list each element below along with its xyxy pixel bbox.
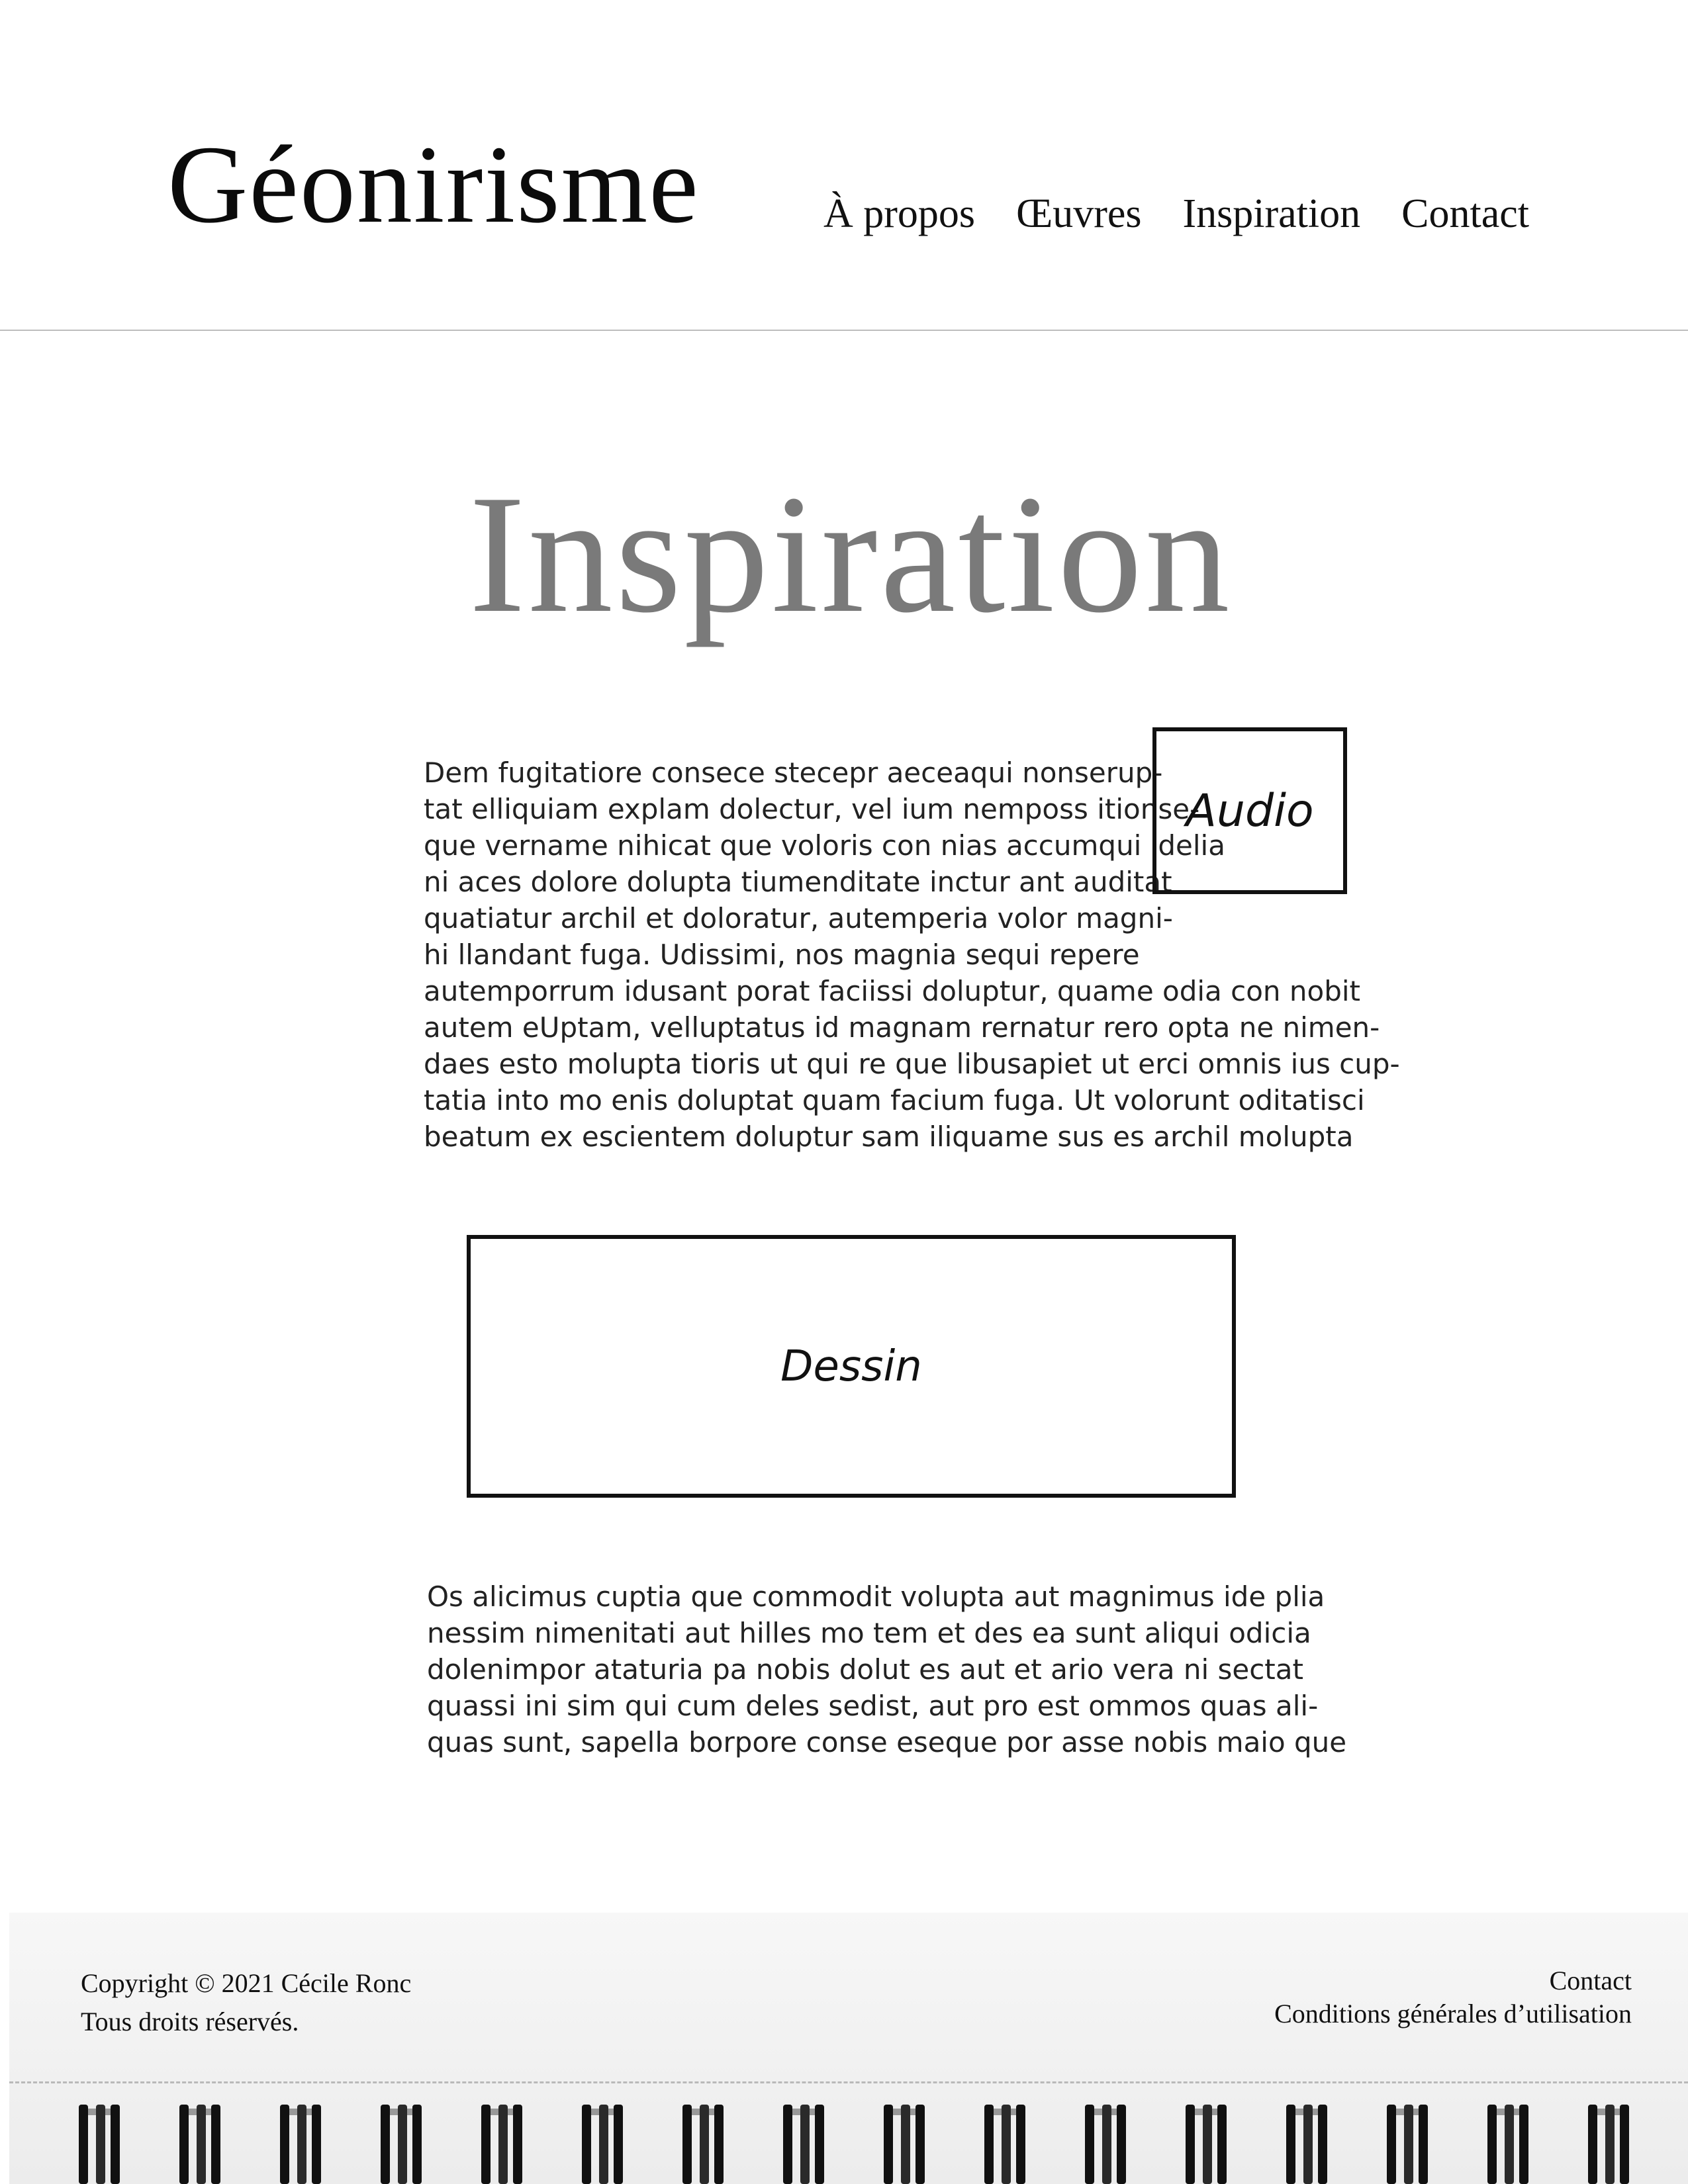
second-paragraph: Os alicimus cuptia que commodit volupta …: [427, 1578, 1347, 1760]
intro-paragraph: Dem fugitatiore consece stecepr aeceaqui…: [424, 754, 1400, 1155]
perforation-line: [9, 2081, 1688, 2083]
spiral-ring: [481, 2105, 524, 2184]
nav-item-oeuvres[interactable]: Œuvres: [1016, 193, 1141, 234]
nav-item-contact[interactable]: Contact: [1401, 193, 1529, 234]
paragraph-line: quas sunt, sapella borpore conse eseque …: [427, 1726, 1347, 1758]
paragraph-line: daes esto molupta tioris ut qui re que l…: [424, 1048, 1400, 1080]
spiral-ring: [582, 2105, 624, 2184]
paragraph-line: Dem fugitatiore consece stecepr aeceaqui…: [424, 756, 1163, 789]
page-title: Inspiration: [469, 461, 1233, 648]
paragraph-line: nessim nimenitati aut hilles mo tem et d…: [427, 1617, 1311, 1649]
dessin-label: Dessin: [780, 1342, 922, 1391]
audio-placeholder[interactable]: Audio: [1152, 727, 1347, 894]
spiral-ring: [783, 2105, 825, 2184]
spiral-ring: [1487, 2105, 1530, 2184]
paragraph-line: dolenimpor ataturia pa nobis dolut es au…: [427, 1653, 1303, 1686]
site-header: Géonirisme À propos Œuvres Inspiration C…: [0, 0, 1688, 331]
spiral-ring: [1286, 2105, 1329, 2184]
spiral-ring: [381, 2105, 423, 2184]
footer-contact-link[interactable]: Contact: [1274, 1964, 1632, 1997]
paragraph-line: autem eUptam, velluptatus id magnam rern…: [424, 1011, 1380, 1044]
footer-links: Contact Conditions générales d’utilisati…: [1274, 1964, 1632, 2030]
spiral-ring: [79, 2105, 121, 2184]
spiral-ring: [280, 2105, 322, 2184]
audio-label: Audio: [1186, 784, 1314, 837]
paragraph-line: tatia into mo enis doluptat quam facium …: [424, 1084, 1365, 1116]
paragraph-line: quassi ini sim qui cum deles sedist, aut…: [427, 1690, 1319, 1722]
paragraph-line: hi llandant fuga. Udissimi, nos magnia s…: [424, 938, 1140, 971]
spiral-ring: [884, 2105, 926, 2184]
footer-legal: Copyright © 2021 Cécile Ronc Tous droits…: [81, 1964, 411, 2041]
nav-item-inspiration[interactable]: Inspiration: [1182, 193, 1360, 234]
spiral-ring: [1186, 2105, 1228, 2184]
notebook-spiral-binding: [9, 2105, 1688, 2184]
main-nav: À propos Œuvres Inspiration Contact: [823, 193, 1529, 234]
spiral-ring: [179, 2105, 222, 2184]
spiral-ring: [1387, 2105, 1429, 2184]
spiral-ring: [682, 2105, 725, 2184]
copyright-text: Copyright © 2021 Cécile Ronc: [81, 1968, 412, 1998]
spiral-ring: [984, 2105, 1027, 2184]
footer-terms-link[interactable]: Conditions générales d’utilisation: [1274, 1997, 1632, 2030]
nav-item-a-propos[interactable]: À propos: [823, 193, 975, 234]
rights-text: Tous droits réservés.: [81, 2007, 299, 2036]
paragraph-line: tat elliquiam explam dolectur, vel ium n…: [424, 793, 1200, 825]
spiral-ring: [1085, 2105, 1127, 2184]
paragraph-line: beatum ex escientem doluptur sam iliquam…: [424, 1120, 1354, 1153]
site-footer: Copyright © 2021 Cécile Ronc Tous droits…: [9, 1913, 1688, 2184]
paragraph-line: quatiatur archil et doloratur, autemperi…: [424, 902, 1173, 934]
paragraph-line: ni aces dolore dolupta tiumenditate inct…: [424, 866, 1172, 898]
site-logo[interactable]: Géonirisme: [167, 129, 700, 240]
dessin-placeholder[interactable]: Dessin: [467, 1235, 1236, 1498]
paragraph-line: que vername nihicat que voloris con nias…: [424, 829, 1225, 862]
paragraph-line: Os alicimus cuptia que commodit volupta …: [427, 1580, 1325, 1613]
spiral-ring: [1588, 2105, 1630, 2184]
paragraph-line: autemporrum idusant porat faciissi dolup…: [424, 975, 1360, 1007]
